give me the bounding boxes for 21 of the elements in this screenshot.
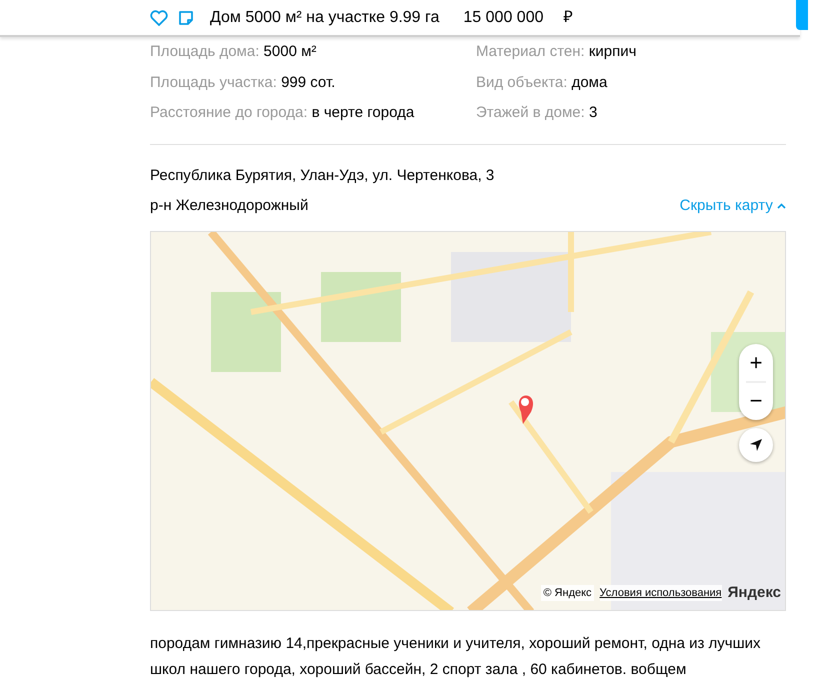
terms-link[interactable]: Условия использования <box>600 584 722 601</box>
note-icon[interactable] <box>178 10 194 26</box>
arrow-icon <box>749 438 763 452</box>
zoom-in-button[interactable]: + <box>739 348 773 378</box>
price: 15 000 000 <box>463 8 544 28</box>
parameter-text: Этажей в доме: 3 <box>476 103 598 123</box>
district-text: р-н Железнодорожный <box>150 196 308 216</box>
description-text: породам гимназию 14,прекрасные ученики и учителя, хороший ремонт, одна из лучших школ нашего города, хороший бассейн, 2 спорт зала , 60 кабинетов. вобщем <box>150 634 762 680</box>
parameter-text: Материал стен: кирпич <box>476 42 638 62</box>
heart-icon[interactable] <box>150 10 168 26</box>
parameter-text: Площадь дома: 5000 м² <box>150 42 318 62</box>
address-text: Республика Бурятия, Улан-Удэ, ул. Чертенкова, 3 <box>150 166 496 186</box>
parameter-text: Вид объекта: дома <box>476 72 608 92</box>
listing-title: Дом 5000 м² на участке 9.99 га <box>210 8 440 28</box>
map-logo: Яндекс <box>728 582 781 602</box>
copyright-text: © Яндекс <box>541 584 594 601</box>
zoom-out-button[interactable]: − <box>739 386 773 416</box>
caret-icon <box>777 202 786 209</box>
parameter-text: Расстояние до города: в черте города <box>150 103 416 123</box>
currency-sign: ₽ <box>563 8 572 28</box>
parameter-text: Площадь участка: 999 сот. <box>150 72 336 92</box>
